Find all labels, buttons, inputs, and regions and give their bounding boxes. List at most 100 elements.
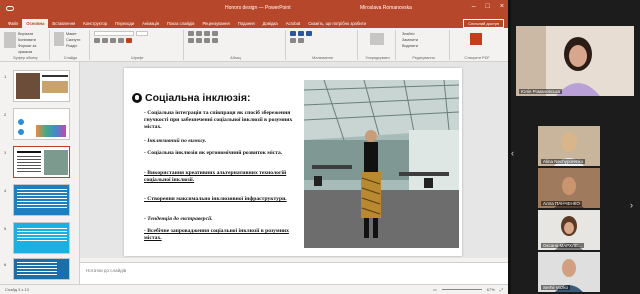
user-name[interactable]: Miroslava Romanovska xyxy=(360,5,412,11)
bullet-item: - Інклюзивний по вимогу. xyxy=(144,138,207,144)
slide-counter: Слайд 3 з 13 xyxy=(5,287,29,292)
slide-thumbnail[interactable] xyxy=(13,70,70,102)
editing-group: Знайти Замінити Виділити Редагування xyxy=(398,30,450,60)
tab-review[interactable]: Рецензування xyxy=(198,19,233,28)
title-bar: Honors design — PowerPoint Miroslava Rom… xyxy=(0,0,508,17)
tab-design[interactable]: Конструктор xyxy=(79,19,111,28)
tab-home[interactable]: Основна xyxy=(22,19,49,28)
format-painter-button[interactable]: Формат за зразком xyxy=(18,43,49,55)
tab-slideshow[interactable]: Показ слайдів xyxy=(163,19,198,28)
thumb-number: 3 xyxy=(4,150,7,155)
window-title: Honors design — PowerPoint xyxy=(225,5,291,11)
thumb-number: 1 xyxy=(4,74,7,79)
tab-animations[interactable]: Анімація xyxy=(138,19,163,28)
zoom-slider[interactable] xyxy=(441,289,482,290)
drawing-group: Малювання xyxy=(288,30,358,60)
zoom-controls: ▭ 67% ⤢ xyxy=(433,287,503,292)
slide-editing-area: Соціальна інклюзія: - Соціальна інтеграц… xyxy=(80,62,508,258)
editing-label: Редагування xyxy=(412,56,435,60)
line-shape-icon[interactable] xyxy=(306,31,312,36)
slide-title[interactable]: Соціальна інклюзія: xyxy=(132,92,250,104)
video-tile-speaker[interactable]: Юлія Романовська xyxy=(516,26,634,96)
paragraph-label: Абзац xyxy=(230,56,241,60)
clipboard-label: Буфер обміну xyxy=(13,56,38,60)
drawing-label: Малювання xyxy=(312,56,333,60)
tab-transitions[interactable]: Переходи xyxy=(111,19,138,28)
tab-acrobat[interactable]: Acrobat xyxy=(282,19,304,28)
ribbon: Вирізати Копіювати Формат за зразком Буф… xyxy=(0,28,508,62)
slide-thumbnail[interactable] xyxy=(13,184,70,216)
create-pdf-button[interactable]: Створити PDF xyxy=(452,56,502,60)
paste-icon[interactable] xyxy=(4,32,16,48)
video-tile[interactable]: Алла ПАНЧЕНКО xyxy=(538,168,600,208)
numbering-icon[interactable] xyxy=(196,31,202,36)
shape-fill-icon[interactable] xyxy=(290,38,296,43)
bullet-item: - Використання креативних альтернативних… xyxy=(144,170,287,183)
head-icon xyxy=(132,93,142,103)
select-button[interactable]: Виділити xyxy=(402,43,418,49)
font-color-icon[interactable] xyxy=(126,38,132,43)
autosave-icon[interactable] xyxy=(6,6,14,11)
pdf-icon[interactable] xyxy=(470,33,482,45)
office-photo[interactable] xyxy=(304,80,459,248)
indent-icon[interactable] xyxy=(204,31,210,36)
slide-thumbnail[interactable] xyxy=(13,222,70,254)
normal-view-icon[interactable]: ▭ xyxy=(433,287,437,292)
thumb-number: 2 xyxy=(4,112,7,117)
notes-pane[interactable]: Нотатки до слайдів xyxy=(80,262,508,284)
strikethrough-icon[interactable] xyxy=(118,38,124,43)
slide-thumbnail-selected[interactable] xyxy=(13,146,70,178)
tab-view[interactable]: Подання xyxy=(234,19,259,28)
tab-file[interactable]: Файл xyxy=(4,19,22,28)
font-size-dropdown[interactable] xyxy=(136,31,148,36)
align-left-icon[interactable] xyxy=(188,38,194,43)
video-tile[interactable]: Alina Nechyporenko xyxy=(538,126,600,166)
participant-name: Alina Nechyporenko xyxy=(541,159,586,164)
clipboard-group: Вирізати Копіювати Формат за зразком Буф… xyxy=(2,30,50,60)
window-controls: – □ × xyxy=(472,3,504,10)
notes-placeholder: Нотатки до слайдів xyxy=(86,268,127,273)
chevron-left-icon[interactable]: ‹ xyxy=(511,148,514,158)
font-name-dropdown[interactable] xyxy=(94,31,134,36)
video-tile[interactable]: Оксана МАРХЛЕ... xyxy=(538,210,600,250)
font-group: Шрифт xyxy=(92,30,184,60)
align-right-icon[interactable] xyxy=(204,38,210,43)
outdent-icon[interactable] xyxy=(212,31,218,36)
underline-icon[interactable] xyxy=(110,38,116,43)
bold-icon[interactable] xyxy=(94,38,100,43)
bullet-item: - Всебічне запровадження соціальної інкл… xyxy=(144,228,289,241)
italic-icon[interactable] xyxy=(102,38,108,43)
close-icon[interactable]: × xyxy=(500,3,504,10)
chevron-right-icon[interactable]: › xyxy=(630,200,633,210)
participant-name: Serhii Vozko xyxy=(541,285,571,290)
divider xyxy=(508,0,511,294)
participant-name: Юлія Романовська xyxy=(519,89,563,94)
slide-thumbnail[interactable] xyxy=(13,108,70,140)
arrange-icon[interactable] xyxy=(370,33,384,45)
section-button[interactable]: Розділ xyxy=(66,43,80,49)
video-tile[interactable]: Serhii Vozko xyxy=(538,252,600,292)
new-slide-icon[interactable] xyxy=(54,32,64,46)
maximize-icon[interactable]: □ xyxy=(486,3,490,10)
shapes-icon[interactable] xyxy=(290,31,296,36)
shape-outline-icon[interactable] xyxy=(298,38,304,43)
tab-insert[interactable]: Вставлення xyxy=(48,19,79,28)
bullets-icon[interactable] xyxy=(188,31,194,36)
slide-thumbnail[interactable] xyxy=(13,258,70,280)
thumb-number: 6 xyxy=(4,262,7,267)
slide-title-text: Соціальна інклюзія: xyxy=(145,92,251,104)
slides-label: Слайди xyxy=(63,56,78,60)
thumb-number: 4 xyxy=(4,188,7,193)
current-slide[interactable]: Соціальна інклюзія: - Соціальна інтеграц… xyxy=(124,68,462,256)
minimize-icon[interactable]: – xyxy=(472,3,476,10)
align-center-icon[interactable] xyxy=(196,38,202,43)
tell-me-search[interactable]: Скажіть, що потрібно зробити xyxy=(304,19,370,28)
office-photo-graphic xyxy=(304,80,459,248)
arrow-shape-icon[interactable] xyxy=(298,31,304,36)
justify-icon[interactable] xyxy=(212,38,218,43)
fit-slide-icon[interactable]: ⤢ xyxy=(500,287,503,292)
zoom-level[interactable]: 67% xyxy=(487,287,495,292)
share-button[interactable]: Спільний доступ xyxy=(463,19,504,28)
thumb-number: 5 xyxy=(4,226,7,231)
tab-help[interactable]: Довідка xyxy=(259,19,282,28)
